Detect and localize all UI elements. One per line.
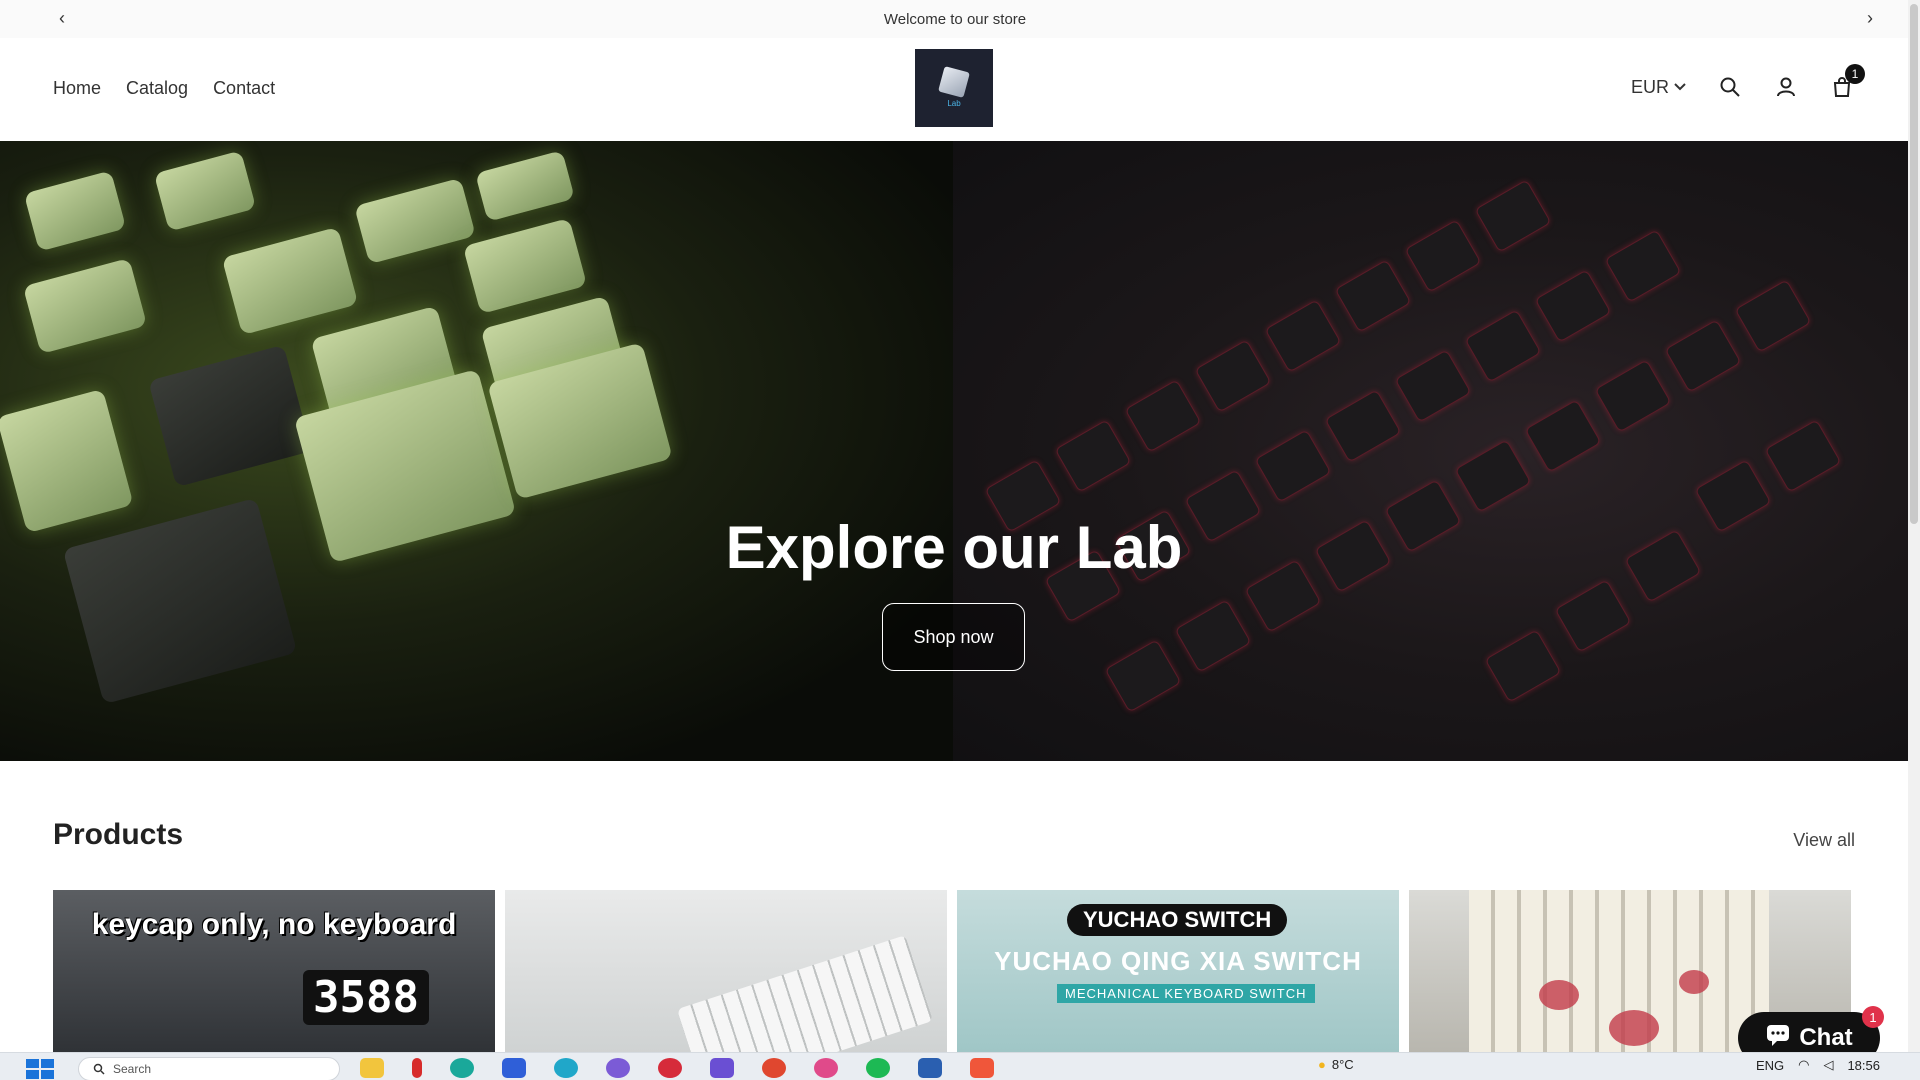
os-taskbar: Search ● 8°C ENG ◠ ◁ 18:56 xyxy=(0,1052,1920,1080)
chat-unread-badge: 1 xyxy=(1862,1006,1884,1028)
chat-label: Chat xyxy=(1799,1024,1853,1051)
cart-icon[interactable]: 1 xyxy=(1829,64,1865,100)
search-icon[interactable] xyxy=(1717,74,1743,100)
hero-title: Explore our Lab xyxy=(725,514,1183,581)
site-header: Home Catalog Contact Lab EUR 1 xyxy=(0,38,1910,141)
app-red-icon[interactable] xyxy=(412,1058,422,1078)
announcement-next-button[interactable]: › xyxy=(1858,6,1882,30)
announcement-prev-button[interactable]: ‹ xyxy=(50,6,74,30)
product-image-brand: YUCHAO SWITCH xyxy=(1067,904,1288,936)
app-teal-icon[interactable] xyxy=(554,1058,578,1078)
header-actions: EUR 1 xyxy=(1631,64,1865,100)
edge-browser-icon[interactable] xyxy=(450,1058,474,1078)
currency-selector[interactable]: EUR xyxy=(1631,77,1687,98)
account-icon[interactable] xyxy=(1773,74,1799,100)
chevron-down-icon xyxy=(1673,77,1687,98)
pinterest-icon[interactable] xyxy=(658,1058,682,1078)
app-purple-icon[interactable] xyxy=(606,1058,630,1078)
app-navy-icon[interactable] xyxy=(918,1058,942,1078)
windows-start-icon[interactable] xyxy=(26,1059,54,1079)
file-explorer-icon[interactable] xyxy=(360,1058,384,1078)
volume-icon[interactable]: ◁ xyxy=(1823,1057,1833,1073)
products-heading: Products xyxy=(53,818,184,851)
taskbar-weather[interactable]: ● 8°C xyxy=(1318,1057,1354,1072)
main-nav: Home Catalog Contact xyxy=(53,78,275,99)
clock-time[interactable]: 18:56 xyxy=(1847,1058,1880,1073)
product-image-subtitle: YUCHAO QING XIA SWITCH xyxy=(994,946,1362,976)
chat-bubble-icon xyxy=(1765,1023,1791,1054)
taskbar-apps xyxy=(360,1058,994,1078)
hero-banner: Explore our Lab Shop now xyxy=(0,141,1908,761)
product-image-tag: MECHANICAL KEYBOARD SWITCH xyxy=(1057,984,1315,1003)
logo-label: Lab xyxy=(947,98,961,108)
app-orange-icon[interactable] xyxy=(970,1058,994,1078)
product-card[interactable]: YUCHAO SWITCH YUCHAO QING XIA SWITCH MEC… xyxy=(957,890,1399,1054)
language-indicator[interactable]: ENG xyxy=(1756,1058,1784,1073)
view-all-link[interactable]: View all xyxy=(1793,830,1855,851)
nav-catalog-link[interactable]: Catalog xyxy=(126,78,188,99)
product-card[interactable] xyxy=(505,890,947,1054)
scrollbar-thumb[interactable] xyxy=(1910,4,1918,524)
system-tray: ENG ◠ ◁ 18:56 xyxy=(1756,1057,1880,1073)
search-icon xyxy=(93,1063,105,1075)
app-violet-icon[interactable] xyxy=(710,1058,734,1078)
wifi-icon[interactable]: ◠ xyxy=(1798,1057,1809,1073)
shop-now-button[interactable]: Shop now xyxy=(882,603,1025,671)
hero-image-right xyxy=(953,141,1908,761)
announcement-bar: ‹ Welcome to our store › xyxy=(0,0,1910,38)
page-scrollbar[interactable] xyxy=(1908,0,1920,1052)
chrome-icon[interactable] xyxy=(762,1058,786,1078)
store-logo[interactable]: Lab xyxy=(915,49,993,127)
logo-cube-icon xyxy=(938,65,970,98)
weather-sun-icon: ● xyxy=(1318,1057,1326,1072)
product-image-caption: keycap only, no keyboard xyxy=(91,908,457,941)
taskbar-search-placeholder: Search xyxy=(113,1062,152,1076)
weather-temperature: 8°C xyxy=(1331,1057,1354,1072)
product-card[interactable]: keycap only, no keyboard 3588 xyxy=(53,890,495,1054)
product-grid: keycap only, no keyboard 3588 YUCHAO SWI… xyxy=(53,890,1851,1054)
app-pink-icon[interactable] xyxy=(814,1058,838,1078)
product-image-keyboard xyxy=(676,935,934,1054)
hero-image-left xyxy=(0,141,953,761)
product-image-clock: 3588 xyxy=(303,970,429,1025)
announcement-text: Welcome to our store xyxy=(883,10,1027,28)
currency-value: EUR xyxy=(1630,76,1669,97)
nav-contact-link[interactable]: Contact xyxy=(213,78,275,99)
taskbar-search-input[interactable]: Search xyxy=(78,1057,340,1080)
nav-home-link[interactable]: Home xyxy=(53,78,101,99)
cart-count-badge: 1 xyxy=(1845,64,1865,84)
app-blue-icon[interactable] xyxy=(502,1058,526,1078)
spotify-icon[interactable] xyxy=(866,1058,890,1078)
